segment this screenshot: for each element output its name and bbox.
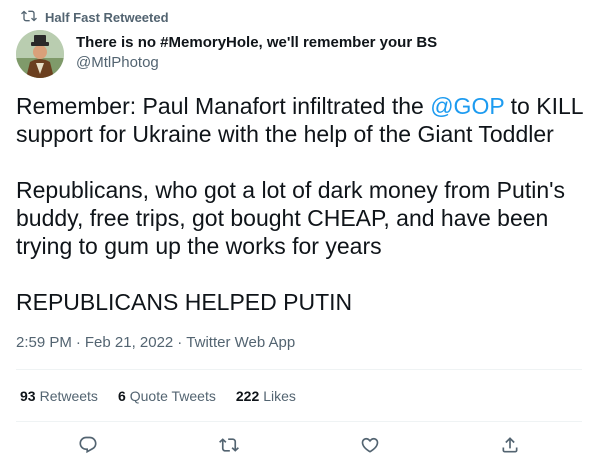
tweet-body: Remember: Paul Manafort infiltrated the … (16, 92, 586, 316)
tweet-time[interactable]: 2:59 PM (16, 333, 72, 353)
stat-count: 93 (20, 388, 36, 404)
retweets-stat[interactable]: 93 Retweets (20, 386, 98, 406)
reply-button[interactable] (73, 432, 103, 462)
stat-count: 6 (117, 388, 126, 404)
stat-label: Quote Tweets (129, 388, 216, 404)
author-display-name[interactable]: There is no #MemoryHole, we'll remember … (76, 33, 437, 53)
share-icon (500, 435, 520, 460)
tweet-meta: 2:59 PM · Feb 21, 2022 · Twitter Web App (16, 333, 295, 353)
tweet-date[interactable]: Feb 21, 2022 (85, 333, 173, 353)
like-button[interactable] (355, 432, 385, 462)
retweet-icon (219, 435, 239, 460)
tweet-paragraph-2: Republicans, who got a lot of dark money… (16, 177, 566, 259)
retweet-icon (21, 8, 37, 27)
quote-tweets-stat[interactable]: 6 Quote Tweets (118, 386, 216, 406)
reply-icon (78, 435, 98, 460)
share-button[interactable] (495, 432, 525, 462)
retweeted-by-label: Half Fast Retweeted (45, 10, 169, 25)
mention-link[interactable]: @GOP (430, 93, 504, 119)
stat-label: Retweets (39, 388, 98, 404)
meta-separator: · (75, 334, 81, 351)
meta-separator: · (177, 334, 183, 351)
retweeted-by-row[interactable]: Half Fast Retweeted (21, 8, 169, 27)
divider (16, 421, 582, 422)
heart-icon (360, 435, 380, 460)
action-bar (0, 432, 598, 462)
author-handle[interactable]: @MtlPhotog (76, 53, 437, 73)
avatar[interactable] (16, 30, 64, 78)
engagement-stats: 93 Retweets 6 Quote Tweets 222 Likes (20, 386, 296, 406)
stat-label: Likes (263, 388, 296, 404)
retweet-button[interactable] (214, 432, 244, 462)
tweet-paragraph-1: Remember: Paul Manafort infiltrated the … (16, 92, 586, 148)
tweet-container: Half Fast Retweeted There is no #MemoryH… (0, 0, 598, 469)
likes-stat[interactable]: 222 Likes (236, 386, 296, 406)
tweet-text-segment: Remember: Paul Manafort infiltrated the (16, 93, 431, 119)
author-row: There is no #MemoryHole, we'll remember … (16, 30, 437, 78)
author-info: There is no #MemoryHole, we'll remember … (76, 33, 437, 73)
tweet-paragraph-3: REPUBLICANS HELPED PUTIN (16, 289, 353, 315)
divider (16, 369, 582, 370)
stat-count: 222 (235, 388, 260, 404)
tweet-source[interactable]: Twitter Web App (186, 333, 295, 353)
